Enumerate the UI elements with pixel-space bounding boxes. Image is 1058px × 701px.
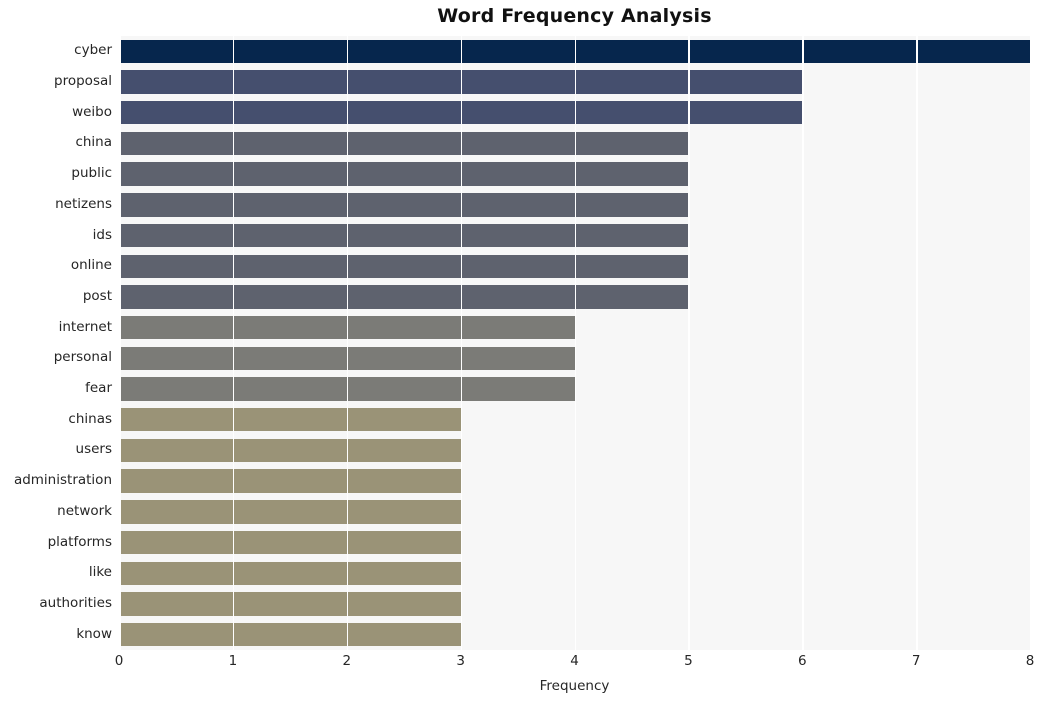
x-tick-label-8: 8	[1025, 653, 1035, 669]
bar-personal[interactable]	[119, 346, 575, 370]
y-tick-label-know: know	[76, 625, 112, 642]
x-axis: Frequency 0 1 2 3 4 5 6 7 8	[115, 650, 1035, 701]
bar-row	[119, 315, 1030, 340]
bar-network[interactable]	[119, 500, 461, 524]
bar-know[interactable]	[119, 622, 461, 647]
y-tick-label-platforms: platforms	[47, 533, 112, 550]
bar-ids[interactable]	[119, 223, 689, 248]
bar-row	[119, 377, 1030, 401]
bar-platforms[interactable]	[119, 530, 461, 555]
x-tick-label-7: 7	[911, 653, 921, 669]
bar-row	[119, 346, 1030, 370]
bar-row	[119, 592, 1030, 616]
bar-row	[119, 438, 1030, 463]
y-tick-label-internet: internet	[58, 318, 112, 335]
bar-like[interactable]	[119, 561, 461, 585]
bar-authorities[interactable]	[119, 592, 461, 616]
x-tick-label-3: 3	[456, 653, 465, 669]
x-tick-label-2: 2	[342, 653, 352, 669]
bar-fear[interactable]	[119, 377, 575, 401]
x-tick-label-5: 5	[684, 653, 693, 669]
bar-row	[119, 131, 1030, 156]
bar-chinas[interactable]	[119, 408, 461, 432]
y-tick-label-proposal: proposal	[54, 73, 112, 90]
bar-row	[119, 223, 1030, 248]
bar-row	[119, 408, 1030, 432]
bar-proposal[interactable]	[119, 70, 803, 94]
y-tick-label-like: like	[88, 564, 112, 581]
y-tick-label-online: online	[70, 257, 112, 274]
word-frequency-chart-figure: Word Frequency Analysis cyber proposal wei…	[0, 0, 1058, 701]
y-tick-label-cyber: cyber	[74, 42, 112, 59]
bar-users[interactable]	[119, 438, 461, 463]
x-tick-label-0: 0	[114, 653, 124, 669]
y-tick-label-ids: ids	[92, 226, 112, 243]
y-tick-label-network: network	[57, 502, 112, 519]
bar-weibo[interactable]	[119, 101, 803, 125]
y-tick-label-public: public	[71, 165, 112, 182]
bar-online[interactable]	[119, 254, 689, 278]
bars-layer	[119, 36, 1030, 650]
bar-row	[119, 193, 1030, 217]
bar-internet[interactable]	[119, 315, 575, 340]
y-tick-label-users: users	[75, 441, 112, 458]
x-tick-label-4: 4	[570, 653, 579, 669]
bar-row	[119, 39, 1030, 63]
y-tick-label-administration: administration	[13, 472, 112, 489]
bar-public[interactable]	[119, 162, 689, 186]
y-tick-label-post: post	[82, 287, 112, 304]
x-tick-label-1: 1	[228, 653, 238, 669]
y-tick-label-authorities: authorities	[39, 594, 112, 611]
bar-row	[119, 254, 1030, 278]
bar-administration[interactable]	[119, 469, 461, 493]
y-tick-label-weibo: weibo	[72, 103, 112, 120]
bar-row	[119, 162, 1030, 186]
x-axis-title: Frequency	[539, 678, 610, 694]
bar-row	[119, 70, 1030, 94]
bar-netizens[interactable]	[119, 193, 689, 217]
bar-row	[119, 285, 1030, 309]
bar-row	[119, 101, 1030, 125]
bar-row	[119, 500, 1030, 524]
y-tick-label-fear: fear	[85, 380, 112, 397]
chart-title: Word Frequency Analysis	[437, 5, 712, 27]
bar-row	[119, 469, 1030, 493]
y-tick-label-china: china	[75, 134, 112, 151]
bar-post[interactable]	[119, 285, 689, 309]
bar-cyber[interactable]	[119, 39, 1030, 63]
x-tick-label-6: 6	[797, 653, 807, 669]
bar-row	[119, 530, 1030, 555]
plot-area	[119, 36, 1030, 650]
bar-china[interactable]	[119, 131, 689, 156]
bar-row	[119, 561, 1030, 585]
y-tick-label-personal: personal	[53, 349, 112, 366]
y-axis-tick-labels: cyber proposal weibo china public netizens ids…	[0, 36, 112, 650]
y-tick-label-chinas: chinas	[68, 410, 112, 427]
bar-row	[119, 622, 1030, 647]
y-tick-label-netizens: netizens	[55, 195, 112, 212]
